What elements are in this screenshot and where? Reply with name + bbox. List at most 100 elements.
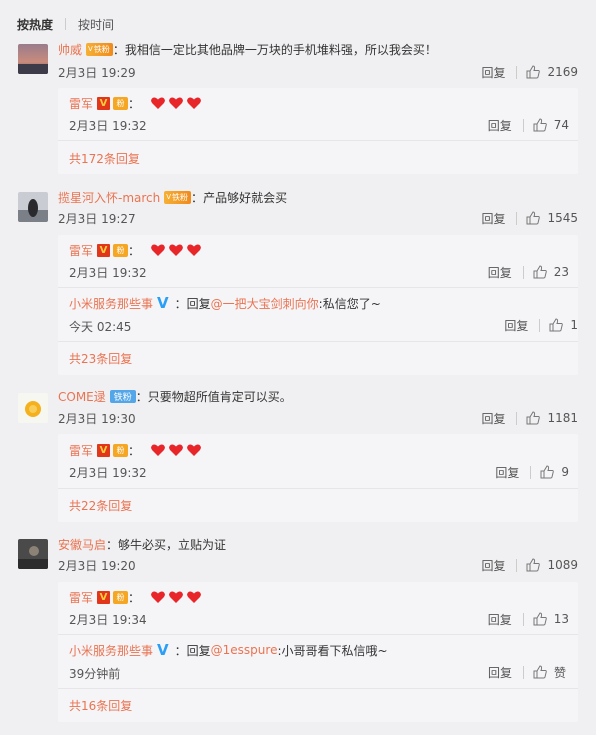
reply-button[interactable]: 回复 bbox=[488, 117, 512, 134]
verified-badge: V bbox=[97, 443, 111, 457]
like-count[interactable]: 1181 bbox=[547, 411, 578, 425]
username[interactable]: 帅威 bbox=[58, 41, 82, 58]
username[interactable]: 雷军 bbox=[69, 95, 93, 112]
reply-button[interactable]: 回复 bbox=[488, 611, 512, 628]
reply-actions: 回复 赞 bbox=[488, 663, 566, 681]
heart-icon bbox=[169, 97, 183, 109]
verified-badge: V bbox=[97, 243, 111, 257]
reply-actions: 回复 23 bbox=[488, 263, 569, 281]
action-divider bbox=[516, 558, 518, 572]
verified-badge: V bbox=[97, 590, 111, 604]
replies-box: 雷军 V 粉 ： 2月3日 19:34 小米服务那些事 V ： 回复 @1ess… bbox=[58, 582, 578, 722]
fan-badge: 铁粉 bbox=[109, 389, 136, 403]
comment-actions: 回复 1181 bbox=[481, 409, 578, 427]
fan-badge: V 铁粉 bbox=[164, 190, 192, 204]
thumbs-up-icon[interactable] bbox=[526, 411, 541, 425]
comment-date: 2月3日 19:27 bbox=[58, 211, 136, 226]
reply-button[interactable]: 回复 bbox=[488, 264, 512, 281]
username[interactable]: COME逯 bbox=[58, 388, 106, 405]
like-count[interactable]: 23 bbox=[554, 265, 569, 279]
like-count[interactable]: 1545 bbox=[547, 211, 578, 225]
reply-actions: 回复 13 bbox=[488, 610, 569, 628]
heart-icon bbox=[151, 97, 165, 109]
thumbs-up-icon[interactable] bbox=[549, 318, 564, 332]
action-divider bbox=[516, 211, 518, 225]
like-label[interactable]: 赞 bbox=[554, 664, 566, 681]
colon: ： bbox=[135, 389, 148, 404]
thumbs-up-icon[interactable] bbox=[533, 118, 547, 132]
reply-line: 雷军 V 粉 ： bbox=[69, 94, 202, 112]
thumbs-up-icon[interactable] bbox=[526, 65, 541, 79]
reply-actions: 回复 74 bbox=[488, 116, 569, 134]
username[interactable]: 安徽马启 bbox=[58, 536, 106, 553]
action-divider bbox=[539, 318, 541, 332]
tab-sort-hot[interactable]: 按热度 bbox=[17, 16, 53, 33]
like-count[interactable]: 2169 bbox=[547, 65, 578, 79]
thumbs-up-icon[interactable] bbox=[533, 612, 547, 626]
divider bbox=[58, 488, 578, 489]
reply-button[interactable]: 回复 bbox=[481, 557, 505, 574]
thumbs-up-icon[interactable] bbox=[526, 211, 541, 225]
comment-date: 2月3日 19:20 bbox=[58, 558, 136, 573]
username[interactable]: 雷军 bbox=[69, 442, 93, 459]
like-count[interactable]: 1089 bbox=[547, 558, 578, 572]
colon: ： bbox=[128, 590, 141, 605]
reply-button[interactable]: 回复 bbox=[481, 64, 505, 81]
mention-link[interactable]: @1esspure bbox=[211, 643, 278, 657]
crown-icon: 粉 bbox=[113, 96, 129, 110]
thumbs-up-icon[interactable] bbox=[540, 465, 555, 479]
more-replies-link[interactable]: 共22条回复 bbox=[69, 496, 132, 514]
more-replies-link[interactable]: 共23条回复 bbox=[69, 349, 132, 367]
fan-badge: V 铁粉 bbox=[86, 42, 113, 56]
reply-actions: 回复 9 bbox=[495, 463, 569, 481]
like-count[interactable]: 74 bbox=[554, 118, 569, 132]
reply-button[interactable]: 回复 bbox=[481, 210, 505, 227]
avatar[interactable] bbox=[18, 192, 48, 222]
comment-line: 安徽马启 ： 够牛必买，立贴为证 bbox=[58, 535, 226, 553]
reply-date: 2月3日 19:32 bbox=[69, 265, 147, 280]
like-count[interactable]: 9 bbox=[561, 465, 569, 479]
reply-button[interactable]: 回复 bbox=[488, 664, 512, 681]
reply-line: 小米服务那些事 V ： 回复 @1esspure :小哥哥看下私信哦~ bbox=[69, 641, 388, 659]
replies-box: 雷军 V 粉 ： 2月3日 19:32 小米服务那些事 V ： 回复 @一把大宝… bbox=[58, 235, 578, 375]
colon: ： bbox=[112, 42, 125, 57]
tab-sort-time[interactable]: 按时间 bbox=[78, 16, 114, 33]
username[interactable]: 小米服务那些事 bbox=[69, 642, 153, 659]
reply-date: 2月3日 19:34 bbox=[69, 612, 147, 627]
hearts bbox=[150, 589, 202, 605]
comment-line: 揽星河入怀-march V 铁粉 ： 产品够好就会买 bbox=[58, 188, 287, 206]
username[interactable]: 雷军 bbox=[69, 242, 93, 259]
reply-text: :小哥哥看下私信哦~ bbox=[277, 643, 388, 658]
crown-icon: 粉 bbox=[113, 243, 129, 257]
username[interactable]: 雷军 bbox=[69, 589, 93, 606]
username[interactable]: 小米服务那些事 bbox=[69, 295, 153, 312]
like-count[interactable]: 13 bbox=[554, 612, 569, 626]
reply-button[interactable]: 回复 bbox=[504, 317, 528, 334]
reply-button[interactable]: 回复 bbox=[495, 464, 519, 481]
thumbs-up-icon[interactable] bbox=[533, 265, 547, 279]
verified-v-icon: V bbox=[157, 293, 169, 312]
avatar[interactable] bbox=[18, 539, 48, 569]
comment-text: 产品够好就会买 bbox=[203, 190, 288, 205]
more-replies-link[interactable]: 共172条回复 bbox=[69, 149, 140, 167]
username[interactable]: 揽星河入怀-march bbox=[58, 189, 160, 206]
thumbs-up-icon[interactable] bbox=[526, 558, 541, 572]
reply-button[interactable]: 回复 bbox=[481, 410, 505, 427]
heart-icon bbox=[151, 444, 165, 456]
thumbs-up-icon[interactable] bbox=[533, 665, 547, 679]
colon: ： bbox=[106, 537, 119, 552]
action-divider bbox=[522, 265, 524, 279]
more-replies-link[interactable]: 共16条回复 bbox=[69, 696, 132, 714]
action-divider bbox=[522, 612, 524, 626]
avatar[interactable] bbox=[18, 393, 48, 423]
action-divider bbox=[522, 118, 524, 132]
verified-badge: V bbox=[97, 96, 111, 110]
reply-prefix: 回复 bbox=[186, 643, 211, 658]
avatar[interactable] bbox=[18, 44, 48, 74]
heart-icon bbox=[151, 591, 165, 603]
mention-link[interactable]: @一把大宝剑刺向你 bbox=[211, 295, 319, 312]
comment-text: 只要物超所值肯定可以买。 bbox=[147, 389, 292, 404]
like-count[interactable]: 1 bbox=[570, 318, 578, 332]
hearts bbox=[150, 95, 202, 111]
divider bbox=[58, 287, 578, 288]
